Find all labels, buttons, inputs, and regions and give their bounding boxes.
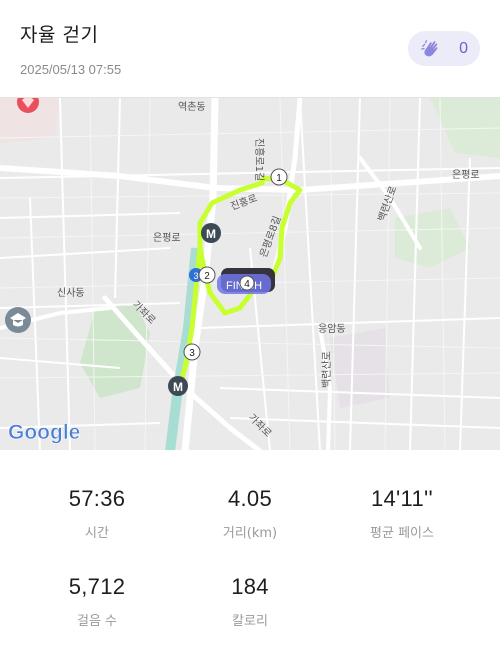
stat-calories-value: 184: [231, 574, 269, 599]
stat-time-value: 57:36: [68, 486, 126, 511]
google-logo: Google: [8, 421, 80, 444]
workout-stats: 57:36 시간 4.05 거리(km) 14'11'' 평균 페이스 5,71…: [0, 450, 500, 648]
stat-pace-label: 평균 페이스: [370, 526, 434, 541]
stat-steps-value: 5,712: [68, 574, 126, 599]
stat-steps: 5,712 걸음 수: [17, 574, 177, 629]
map-label-baengnyeonsanro: 백련산로: [321, 351, 333, 388]
page-title: 자율 걷기: [20, 24, 99, 46]
clap-button[interactable]: 0: [408, 31, 480, 66]
stat-distance-label: 거리(km): [222, 526, 278, 541]
stat-distance: 4.05 거리(km): [170, 486, 330, 541]
stat-time: 57:36 시간: [17, 486, 177, 541]
stat-steps-label: 걸음 수: [76, 614, 117, 629]
clap-count: 0: [459, 39, 468, 57]
km-marker-4: 4: [239, 275, 255, 291]
km-marker-2: 2: [198, 266, 216, 284]
stat-time-label: 시간: [85, 526, 109, 541]
stat-pace-value: 14'11'': [370, 486, 433, 511]
stat-pace: 14'11'' 평균 페이스: [322, 486, 482, 541]
svg-text:1: 1: [276, 173, 282, 184]
svg-text:3: 3: [193, 271, 198, 281]
svg-text:4: 4: [244, 279, 250, 290]
route-map[interactable]: M M 3 1 2 3 FINISH: [0, 97, 500, 450]
stat-calories-label: 칼로리: [232, 614, 268, 629]
metro-station-icon[interactable]: M: [168, 376, 188, 396]
svg-text:M: M: [206, 227, 216, 241]
stat-distance-value: 4.05: [227, 486, 273, 511]
stat-calories: 184 칼로리: [170, 574, 330, 629]
map-label-eunpyeongro: 은평로: [452, 169, 480, 181]
km-marker-1: 1: [270, 168, 288, 186]
svg-text:M: M: [173, 380, 183, 394]
header: 자율 걷기 2025/05/13 07:55 0: [0, 0, 500, 97]
svg-text:2: 2: [204, 271, 210, 282]
map-label-yeokchon: 역촌동: [178, 101, 206, 113]
clap-icon: [421, 39, 438, 56]
km-marker-3: 3: [183, 343, 201, 361]
map-label-eungamdong: 응암동: [318, 323, 346, 335]
map-label-jinheungro1gil: 진흥로1길: [253, 138, 266, 181]
workout-datetime: 2025/05/13 07:55: [20, 62, 122, 77]
map-label-sinsadong: 신사동: [57, 287, 85, 299]
map-canvas: M M 3 1 2 3 FINISH: [0, 98, 500, 450]
metro-station-icon[interactable]: M: [201, 223, 221, 243]
svg-text:3: 3: [189, 348, 195, 359]
map-label-eunpyeongro: 은평로: [153, 232, 181, 244]
